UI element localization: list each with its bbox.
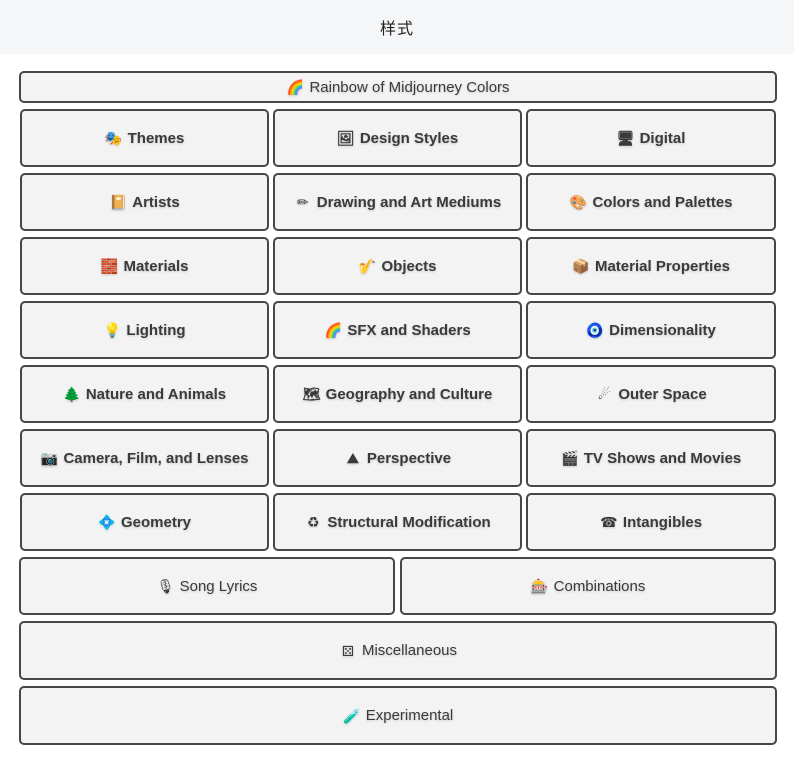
artist-palette-icon: 🎨 [569,194,588,210]
category-button-outer-space[interactable]: ☄ Outer Space [526,365,776,423]
button-label: Material Properties [594,257,731,275]
light-bulb-icon: 💡 [103,322,122,338]
mountain-icon: ⛰ [346,450,359,466]
recycling-icon: ♻ [307,514,320,530]
miscellaneous-button[interactable]: ⚄ Miscellaneous [19,621,777,680]
package-icon: 📦 [572,258,590,274]
button-label: Design Styles [359,129,459,147]
pencil-icon: ✏ [296,194,309,210]
button-label: Artists [132,193,180,211]
button-label: Camera, Film, and Lenses [63,449,249,467]
button-label: Perspective [366,449,452,467]
framed-picture-icon: 🖼 [336,130,355,146]
category-button-perspective[interactable]: ⛰ Perspective [273,429,522,487]
song-lyrics-button[interactable]: 🎙 Song Lyrics [19,557,395,615]
category-button-digital[interactable]: 🖥 Digital [526,109,776,167]
category-button-material-properties[interactable]: 📦 Material Properties [526,237,776,295]
button-label: Nature and Animals [85,385,227,403]
experimental-button[interactable]: 🧪 Experimental [19,686,777,745]
evergreen-tree-icon: 🌲 [63,386,81,402]
world-map-icon: 🗺 [302,386,321,402]
category-button-sfx-and-shaders[interactable]: 🌈 SFX and Shaders [273,301,522,359]
button-label: Lighting [126,321,186,339]
button-label: Themes [127,129,185,147]
slot-machine-icon: 🎰 [530,578,549,594]
button-label: Geometry [120,513,192,531]
button-label: Song Lyrics [179,577,258,595]
category-button-objects[interactable]: 🎷 Objects [273,237,522,295]
page-title: 样式 [379,19,414,38]
rainbow-icon: 🌈 [324,322,343,338]
button-label: Miscellaneous [361,642,458,659]
category-button-nature-and-animals[interactable]: 🌲 Nature and Animals [20,365,269,423]
test-tube-icon: 🧪 [343,707,361,724]
clapper-board-icon: 🎬 [561,450,579,466]
category-button-drawing-and-art-mediums[interactable]: ✏ Drawing and Art Mediums [273,173,522,231]
button-label: Rainbow of Midjourney Colors [309,78,510,96]
button-label: Experimental [365,707,454,724]
nazar-amulet-icon: 🧿 [586,322,604,338]
telephone-icon: ☎ [600,514,618,530]
button-label: Dimensionality [609,321,716,339]
button-label: TV Shows and Movies [583,449,742,467]
bricks-icon: 🧱 [100,258,119,274]
diamond-with-dot-icon: 💠 [98,514,116,530]
desktop-computer-icon: 🖥 [616,130,635,146]
comet-icon: ☄ [598,386,611,402]
notebook-icon: 📔 [109,194,127,210]
category-button-artists[interactable]: 📔 Artists [20,173,269,231]
button-label: Drawing and Art Mediums [316,193,502,211]
button-label: Digital [639,129,686,147]
category-button-geometry[interactable]: 💠 Geometry [20,493,269,551]
camera-icon: 📷 [40,450,59,466]
button-label: Combinations [553,577,646,595]
button-label: Outer Space [618,385,707,403]
category-button-intangibles[interactable]: ☎ Intangibles [526,493,776,551]
button-label: SFX and Shaders [347,321,471,339]
category-button-design-styles[interactable]: 🖼 Design Styles [273,109,522,167]
performing-arts-icon: 🎭 [104,130,123,146]
category-button-geography-and-culture[interactable]: 🗺 Geography and Culture [273,365,522,423]
rainbow-icon: 🌈 [286,79,305,95]
dice-icon: ⚄ [341,642,355,659]
category-button-themes[interactable]: 🎭 Themes [20,109,269,167]
rainbow-colors-button[interactable]: 🌈 Rainbow of Midjourney Colors [19,71,777,103]
combinations-button[interactable]: 🎰 Combinations [400,557,776,615]
page-header: 样式 [0,0,794,54]
category-button-tv-shows-and-movies[interactable]: 🎬 TV Shows and Movies [526,429,776,487]
microphone-icon: 🎙 [156,578,175,594]
button-label: Colors and Palettes [592,193,733,211]
category-button-materials[interactable]: 🧱 Materials [20,237,269,295]
category-button-dimensionality[interactable]: 🧿 Dimensionality [526,301,776,359]
category-button-camera-film-and-lenses[interactable]: 📷 Camera, Film, and Lenses [20,429,269,487]
saxophone-icon: 🎷 [358,258,377,274]
category-button-colors-and-palettes[interactable]: 🎨 Colors and Palettes [526,173,776,231]
button-label: Structural Modification [327,513,491,531]
category-button-structural-modification[interactable]: ♻ Structural Modification [273,493,522,551]
button-label: Geography and Culture [325,385,493,403]
button-label: Materials [123,257,189,275]
button-label: Intangibles [622,513,703,531]
category-button-lighting[interactable]: 💡 Lighting [20,301,269,359]
button-label: Objects [381,257,437,275]
